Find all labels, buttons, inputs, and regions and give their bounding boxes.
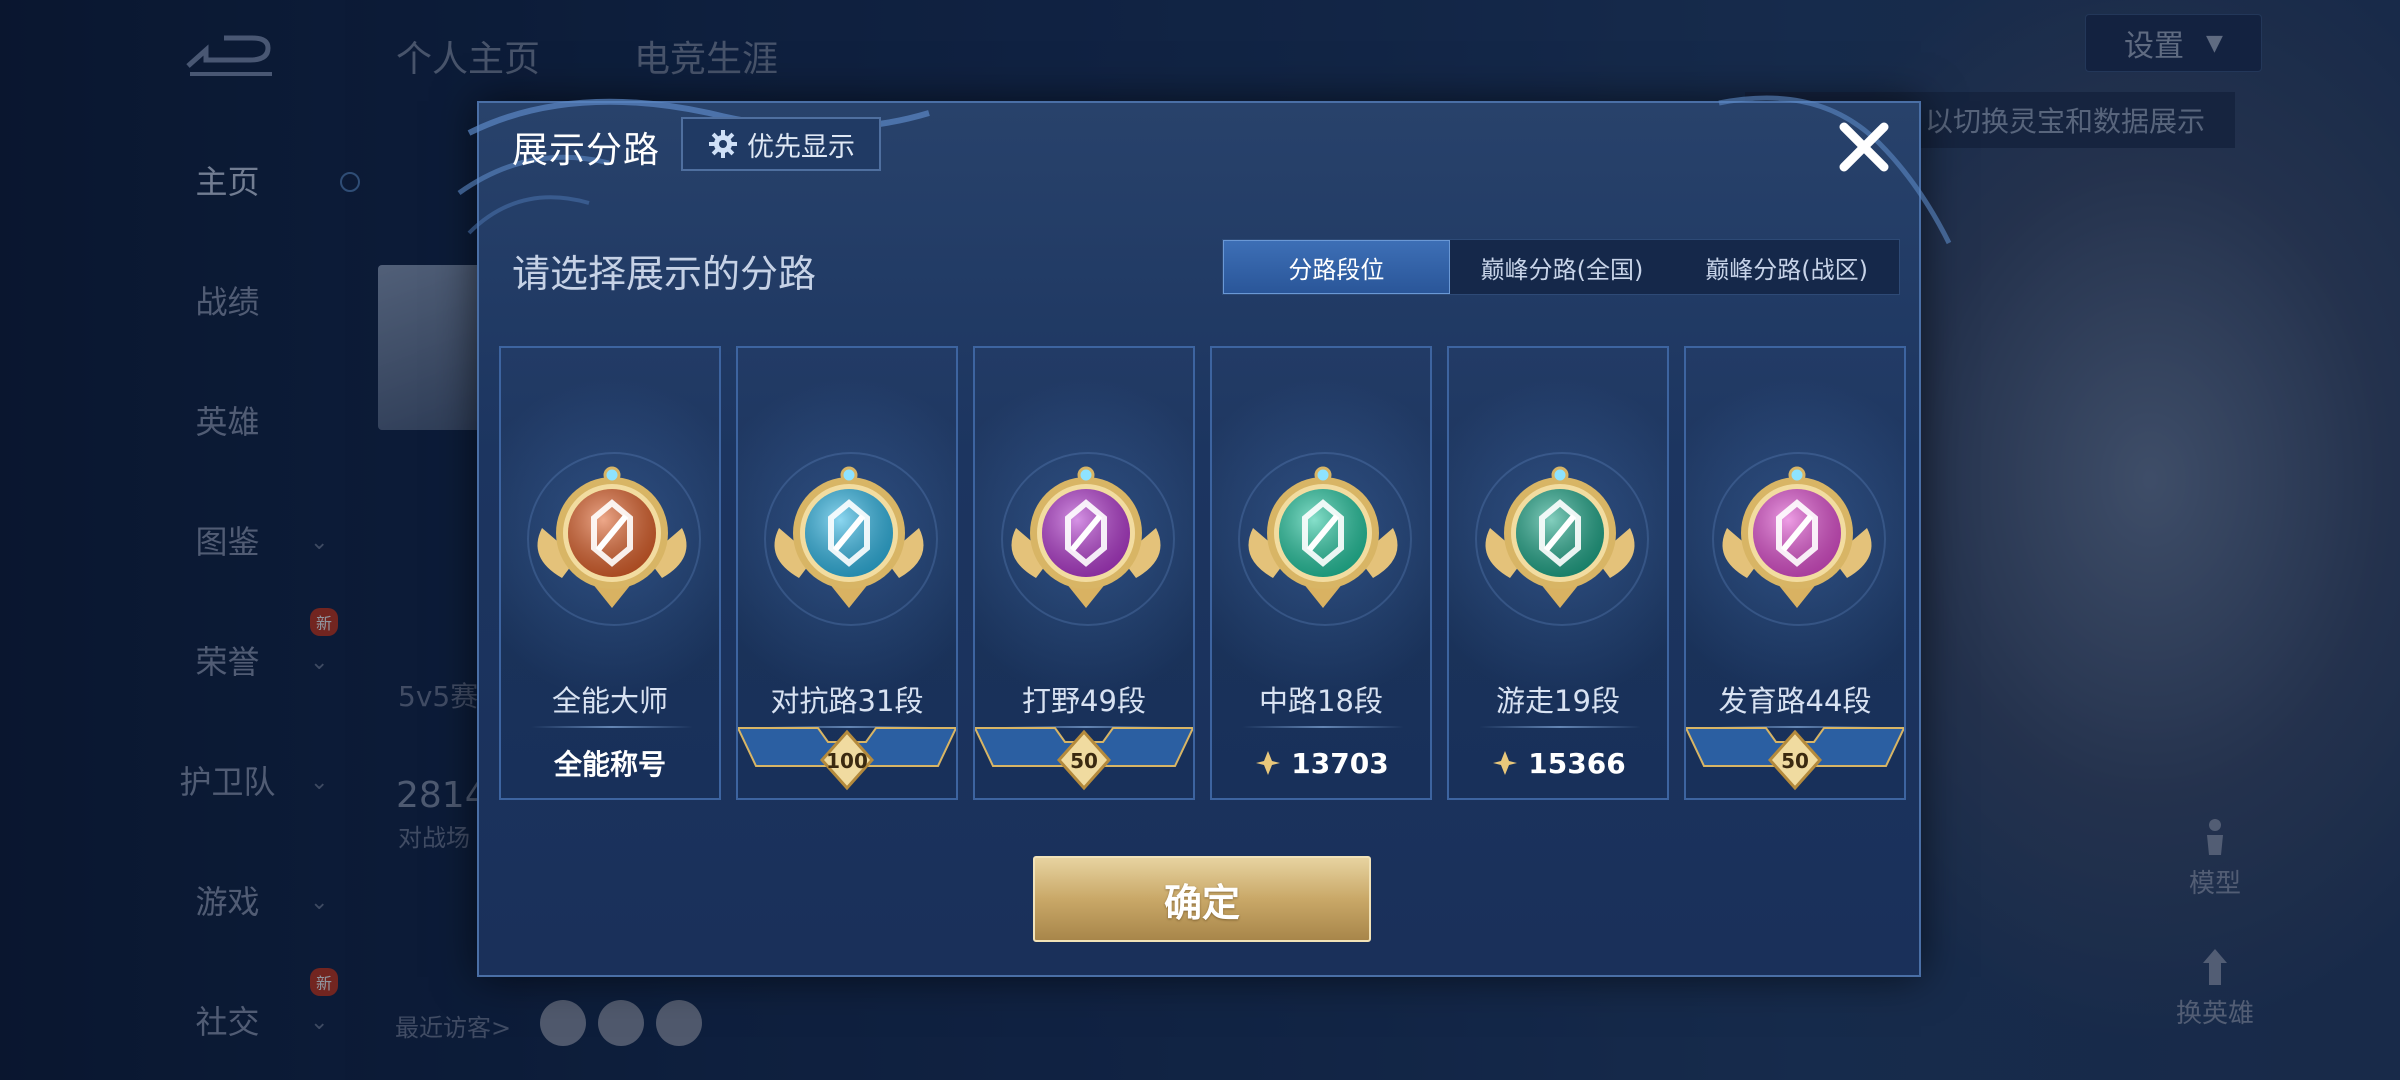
star-count: 50 [1781, 749, 1809, 773]
lane-card-footer: 50 [1684, 726, 1906, 800]
star-count: 50 [1070, 749, 1098, 773]
peak-score-value: 13703 [1291, 746, 1389, 780]
close-icon [1839, 122, 1889, 172]
lane-card-footer: 全能称号 [501, 726, 719, 800]
priority-display-button[interactable]: 优先显示 [681, 117, 881, 171]
confirm-button[interactable]: 确定 [1033, 856, 1371, 942]
lane-rank-name: 中路18段 [1259, 684, 1383, 718]
lane-display-dialog: 展示分路 优先显示 请选择展示的分路 分路段位 巅峰分路(全国) 巅峰分路(战区… [457, 95, 1952, 977]
peak-score: 13703 [1253, 746, 1389, 780]
lane-card[interactable]: 发育路44段 50 [1684, 346, 1906, 800]
lane-card-footer: 15366 [1449, 726, 1667, 800]
lane-card-footer: 50 [973, 726, 1195, 800]
tab-peak-lane-region[interactable]: 巅峰分路(战区) [1674, 240, 1899, 294]
peak-score: 15366 [1490, 746, 1626, 780]
jungle-emblem-icon [996, 458, 1176, 618]
tab-lane-rank[interactable]: 分路段位 [1223, 240, 1450, 294]
tab-peak-lane-national[interactable]: 巅峰分路(全国) [1450, 240, 1675, 294]
dialog-subtitle: 请选择展示的分路 [512, 252, 817, 296]
gear-icon [709, 130, 737, 158]
lane-card-list: 全能大师 全能称号 对抗路31段 100 打野49段 50 中路18段 13703 游走19段 1… [499, 346, 1906, 800]
lane-card[interactable]: 全能大师 全能称号 [499, 346, 721, 800]
star-count: 100 [826, 749, 868, 773]
title-label: 全能称号 [553, 748, 666, 781]
lane-rank-name: 发育路44段 [1718, 684, 1872, 718]
lane-card[interactable]: 中路18段 13703 [1210, 346, 1432, 800]
roam-emblem-icon [1470, 458, 1650, 618]
peak-score-icon [1493, 751, 1518, 775]
lane-card-footer: 13703 [1212, 726, 1430, 800]
allround-emblem-icon [522, 458, 702, 618]
lane-card[interactable]: 游走19段 15366 [1447, 346, 1669, 800]
decorative-swirl [1718, 95, 1952, 245]
lane-rank-name: 对抗路31段 [770, 684, 924, 718]
close-button[interactable] [1832, 115, 1896, 179]
lane-mode-tabs: 分路段位 巅峰分路(全国) 巅峰分路(战区) [1222, 239, 1900, 295]
lane-card[interactable]: 对抗路31段 100 [736, 346, 958, 800]
lane-card-footer: 100 [736, 726, 958, 800]
dialog-title: 展示分路 [512, 130, 661, 171]
lane-rank-name: 全能大师 [551, 684, 668, 718]
clash-lane-emblem-icon [759, 458, 939, 618]
peak-score-value: 15366 [1528, 746, 1626, 780]
lane-rank-name: 打野49段 [1022, 684, 1146, 718]
priority-display-label: 优先显示 [747, 131, 855, 163]
peak-score-icon [1256, 751, 1281, 775]
farm-lane-emblem-icon [1707, 458, 1887, 618]
mid-lane-emblem-icon [1233, 458, 1413, 618]
lane-card[interactable]: 打野49段 50 [973, 346, 1195, 800]
lane-rank-name: 游走19段 [1496, 684, 1620, 718]
